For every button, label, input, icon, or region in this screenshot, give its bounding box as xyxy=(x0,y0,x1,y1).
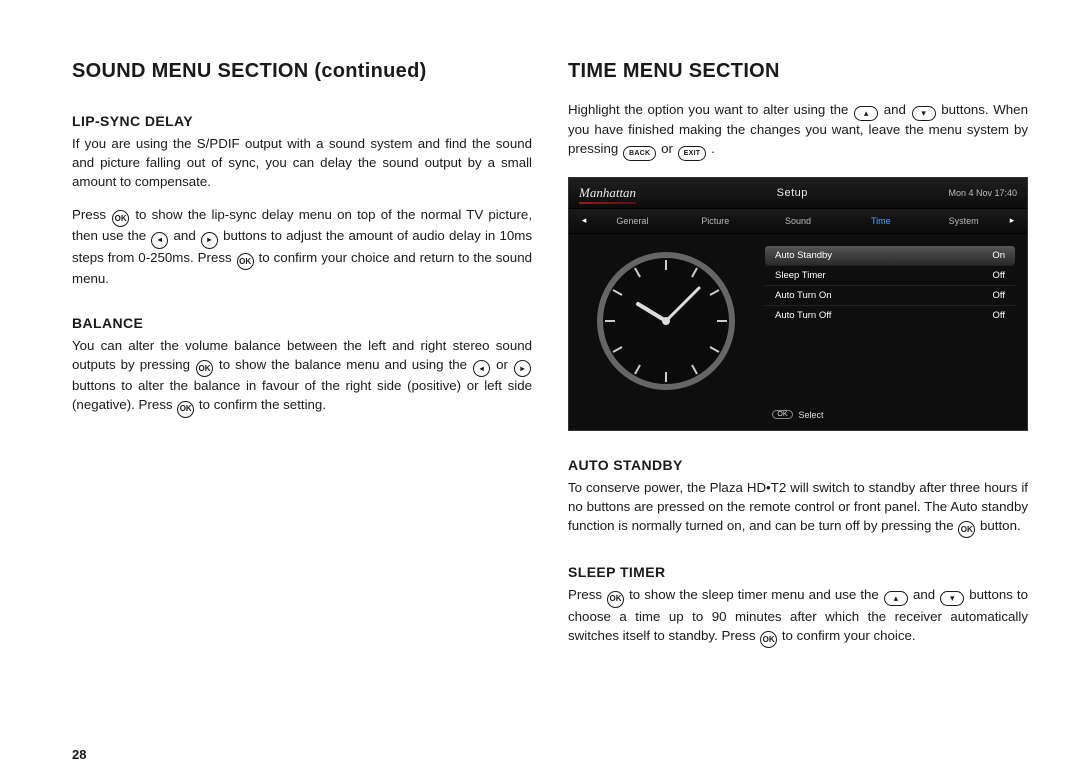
right-column: TIME MENU SECTION Highlight the option y… xyxy=(568,60,1028,762)
option-value: Off xyxy=(993,310,1006,321)
tab-general: General xyxy=(591,216,674,226)
para-lipsync-2: Press OK to show the lip-sync delay menu… xyxy=(72,206,532,289)
option-label: Auto Turn Off xyxy=(775,310,831,321)
option-value: Off xyxy=(993,290,1006,301)
setup-screenshot: Manhattan Setup Mon 4 Nov 17:40 ◂ Genera… xyxy=(568,177,1028,431)
heading-lipsync: LIP-SYNC DELAY xyxy=(72,113,532,129)
left-column: SOUND MENU SECTION (continued) LIP-SYNC … xyxy=(72,60,532,762)
left-arrow-icon: ◂ xyxy=(151,232,168,249)
tab-next-icon: ▸ xyxy=(1005,215,1019,226)
down-arrow-icon: ▾ xyxy=(912,106,936,121)
option-label: Auto Turn On xyxy=(775,290,832,301)
right-title: TIME MENU SECTION xyxy=(568,60,1028,83)
footer-select-label: Select xyxy=(799,410,824,420)
tab-time: Time xyxy=(839,216,922,226)
para-lipsync-1: If you are using the S/PDIF output with … xyxy=(72,135,532,192)
tab-picture: Picture xyxy=(674,216,757,226)
ok-icon: OK xyxy=(237,253,254,270)
setup-datetime: Mon 4 Nov 17:40 xyxy=(948,188,1017,198)
option-value: Off xyxy=(993,270,1006,281)
right-arrow-icon: ▸ xyxy=(514,360,531,377)
setup-title: Setup xyxy=(636,187,948,199)
ok-icon: OK xyxy=(177,401,194,418)
tab-system: System xyxy=(922,216,1005,226)
heading-autostandby: AUTO STANDBY xyxy=(568,457,1028,473)
right-arrow-icon: ▸ xyxy=(201,232,218,249)
option-row: Auto Turn Off Off xyxy=(765,305,1015,325)
setup-option-list: Auto Standby On Sleep Timer Off Auto Tur… xyxy=(765,246,1015,396)
down-arrow-icon: ▾ xyxy=(940,591,964,606)
clock-graphic xyxy=(581,246,751,396)
left-arrow-icon: ◂ xyxy=(473,360,490,377)
ok-icon: OK xyxy=(112,210,129,227)
option-label: Auto Standby xyxy=(775,250,832,261)
page-number: 28 xyxy=(72,747,532,762)
para-balance: You can alter the volume balance between… xyxy=(72,337,532,418)
option-value: On xyxy=(992,250,1005,261)
heading-balance: BALANCE xyxy=(72,315,532,331)
ok-icon: OK xyxy=(760,631,777,648)
heading-sleeptimer: SLEEP TIMER xyxy=(568,564,1028,580)
tab-sound: Sound xyxy=(757,216,840,226)
setup-tabs: ◂ General Picture Sound Time System ▸ xyxy=(569,208,1027,234)
option-label: Sleep Timer xyxy=(775,270,826,281)
footer-ok-icon: OK xyxy=(772,410,792,419)
para-sleeptimer: Press OK to show the sleep timer menu an… xyxy=(568,586,1028,648)
tab-prev-icon: ◂ xyxy=(577,215,591,226)
clock-icon xyxy=(591,246,741,396)
brand-logo: Manhattan xyxy=(579,185,636,201)
setup-body: Auto Standby On Sleep Timer Off Auto Tur… xyxy=(569,234,1027,404)
exit-button-icon: EXIT xyxy=(678,146,707,161)
ok-icon: OK xyxy=(607,591,624,608)
para-intro: Highlight the option you want to alter u… xyxy=(568,101,1028,161)
back-button-icon: BACK xyxy=(623,146,656,161)
option-row: Sleep Timer Off xyxy=(765,265,1015,285)
setup-footer: OK Select xyxy=(569,404,1027,430)
manual-page: SOUND MENU SECTION (continued) LIP-SYNC … xyxy=(0,0,1080,782)
option-row: Auto Turn On Off xyxy=(765,285,1015,305)
up-arrow-icon: ▴ xyxy=(854,106,878,121)
option-row: Auto Standby On xyxy=(765,246,1015,265)
ok-icon: OK xyxy=(196,360,213,377)
up-arrow-icon: ▴ xyxy=(884,591,908,606)
left-title: SOUND MENU SECTION (continued) xyxy=(72,60,532,83)
ok-icon: OK xyxy=(958,521,975,538)
para-autostandby: To conserve power, the Plaza HD•T2 will … xyxy=(568,479,1028,538)
screenshot-header: Manhattan Setup Mon 4 Nov 17:40 xyxy=(569,178,1027,208)
